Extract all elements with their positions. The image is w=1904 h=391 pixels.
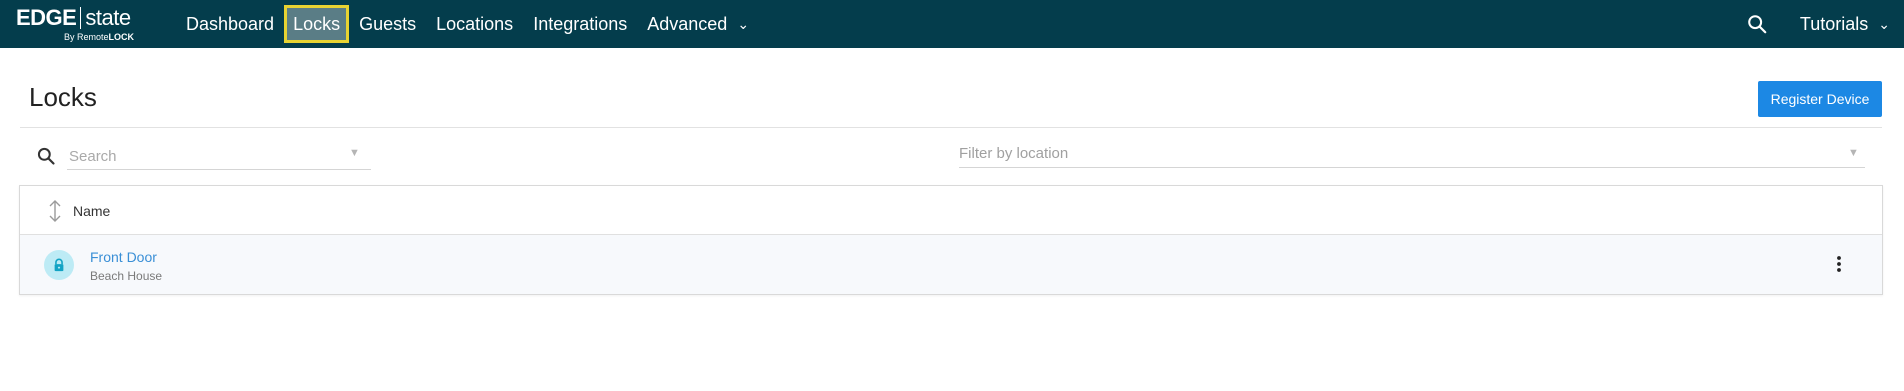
nav-advanced[interactable]: Advanced ⌄	[637, 0, 759, 48]
locks-table: Name Front Door Beach House	[19, 185, 1883, 295]
header-divider	[20, 127, 1882, 128]
sort-icon[interactable]	[48, 200, 62, 222]
top-navigation-bar: EDGE state By RemoteLOCK Dashboard Locks …	[0, 0, 1904, 48]
nav-advanced-label: Advanced	[647, 14, 728, 34]
tutorials-menu[interactable]: Tutorials ⌄	[1800, 14, 1890, 35]
nav-integrations[interactable]: Integrations	[523, 0, 637, 48]
logo-secondary-text: state	[85, 5, 131, 30]
nav-dashboard-label: Dashboard	[186, 14, 275, 34]
lock-name-link[interactable]: Front Door	[90, 249, 157, 265]
search-icon[interactable]	[1746, 13, 1768, 35]
search-input[interactable]	[67, 143, 371, 170]
tutorials-label: Tutorials	[1799, 13, 1869, 34]
logo-byline: By RemoteLOCK	[64, 32, 134, 42]
search-icon	[37, 147, 55, 165]
column-header-name[interactable]: Name	[73, 203, 110, 219]
main-nav: Dashboard Locks Guests Locations Integra…	[176, 0, 759, 48]
nav-locations[interactable]: Locations	[426, 0, 523, 48]
location-filter-select[interactable]: Filter by location	[959, 143, 1865, 168]
logo-wordmark: EDGE state	[16, 5, 131, 31]
logo-byline-prefix: By Remote	[64, 32, 109, 42]
nav-dashboard[interactable]: Dashboard	[176, 0, 284, 48]
search-dropdown-caret-icon[interactable]: ▼	[349, 147, 360, 159]
lock-location: Beach House	[90, 269, 163, 283]
location-dropdown-caret-icon[interactable]: ▼	[1848, 147, 1859, 159]
table-header: Name	[20, 186, 1882, 235]
chevron-down-icon: ⌄	[737, 16, 750, 32]
nav-locks[interactable]: Locks	[284, 5, 350, 43]
nav-integrations-label: Integrations	[533, 14, 628, 34]
edgestate-logo[interactable]: EDGE state By RemoteLOCK	[16, 4, 146, 44]
logo-primary-text: EDGE	[16, 5, 77, 30]
nav-guests[interactable]: Guests	[349, 0, 426, 48]
location-filter-placeholder: Filter by location	[959, 145, 1069, 162]
more-options-icon[interactable]	[1834, 252, 1844, 276]
nav-locks-label: Locks	[293, 14, 341, 34]
lock-icon	[44, 250, 74, 280]
chevron-down-icon: ⌄	[1878, 15, 1890, 32]
table-row[interactable]: Front Door Beach House	[20, 235, 1882, 294]
logo-byline-brand: LOCK	[108, 32, 135, 42]
nav-right: Tutorials ⌄	[1746, 0, 1904, 48]
logo-divider	[80, 7, 82, 29]
nav-guests-label: Guests	[359, 14, 417, 34]
register-device-button[interactable]: Register Device	[1758, 81, 1882, 117]
nav-locations-label: Locations	[436, 14, 514, 34]
page-title: Locks	[29, 82, 97, 112]
